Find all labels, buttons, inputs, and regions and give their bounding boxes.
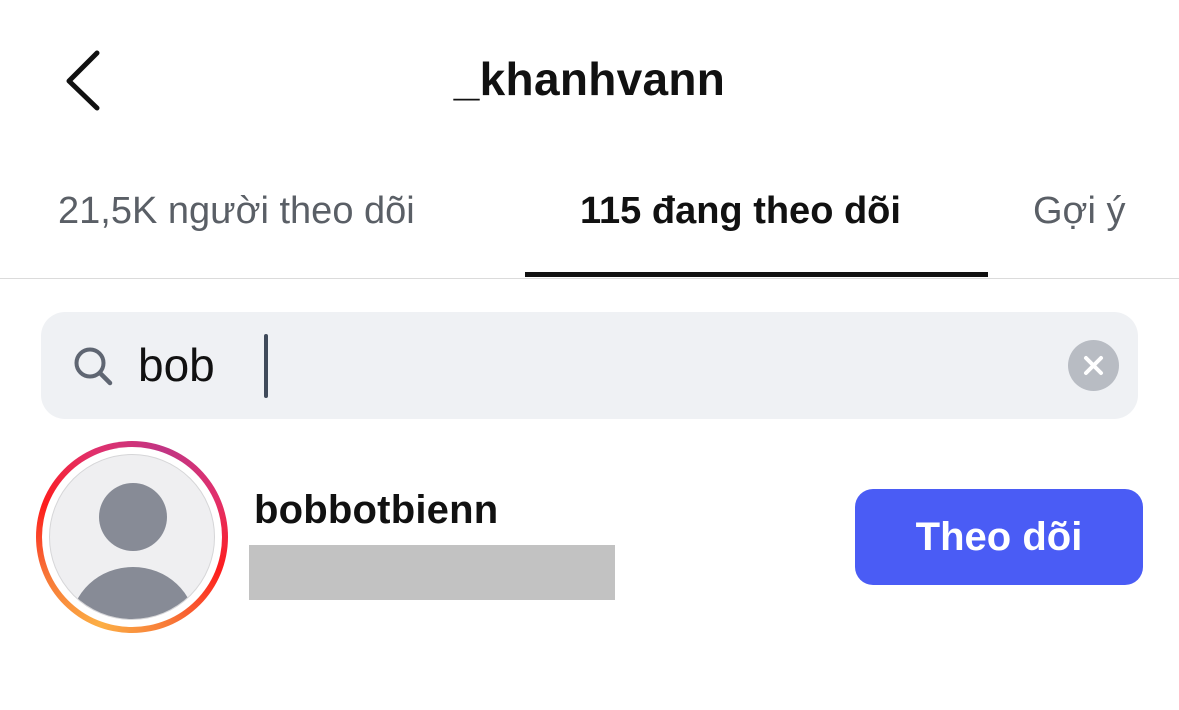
clear-icon [1084, 356, 1103, 375]
username[interactable]: bobbotbienn [254, 488, 498, 533]
list-item[interactable]: bobbotbienn Theo dõi [0, 430, 1179, 650]
redacted-full-name [249, 545, 615, 600]
search-bar[interactable] [41, 312, 1138, 419]
active-tab-indicator [525, 272, 988, 277]
tab-followers[interactable]: 21,5K người theo dõi [58, 190, 415, 233]
tab-suggestions[interactable]: Gợi ý [1033, 190, 1125, 233]
text-cursor [264, 334, 268, 398]
story-ring[interactable] [36, 441, 228, 633]
tab-bar: 21,5K người theo dõi 115 đang theo dõi G… [0, 160, 1179, 279]
page-title: _khanhvann [453, 53, 726, 105]
search-icon [74, 347, 113, 386]
follow-button[interactable]: Theo dõi [855, 489, 1143, 585]
header: _khanhvann [0, 0, 1179, 160]
default-avatar-icon [71, 483, 195, 619]
clear-search-button[interactable] [1068, 340, 1119, 391]
tab-following[interactable]: 115 đang theo dõi [580, 190, 901, 233]
search-input[interactable] [138, 330, 1018, 400]
avatar [49, 454, 215, 620]
avatar-border [42, 447, 222, 627]
